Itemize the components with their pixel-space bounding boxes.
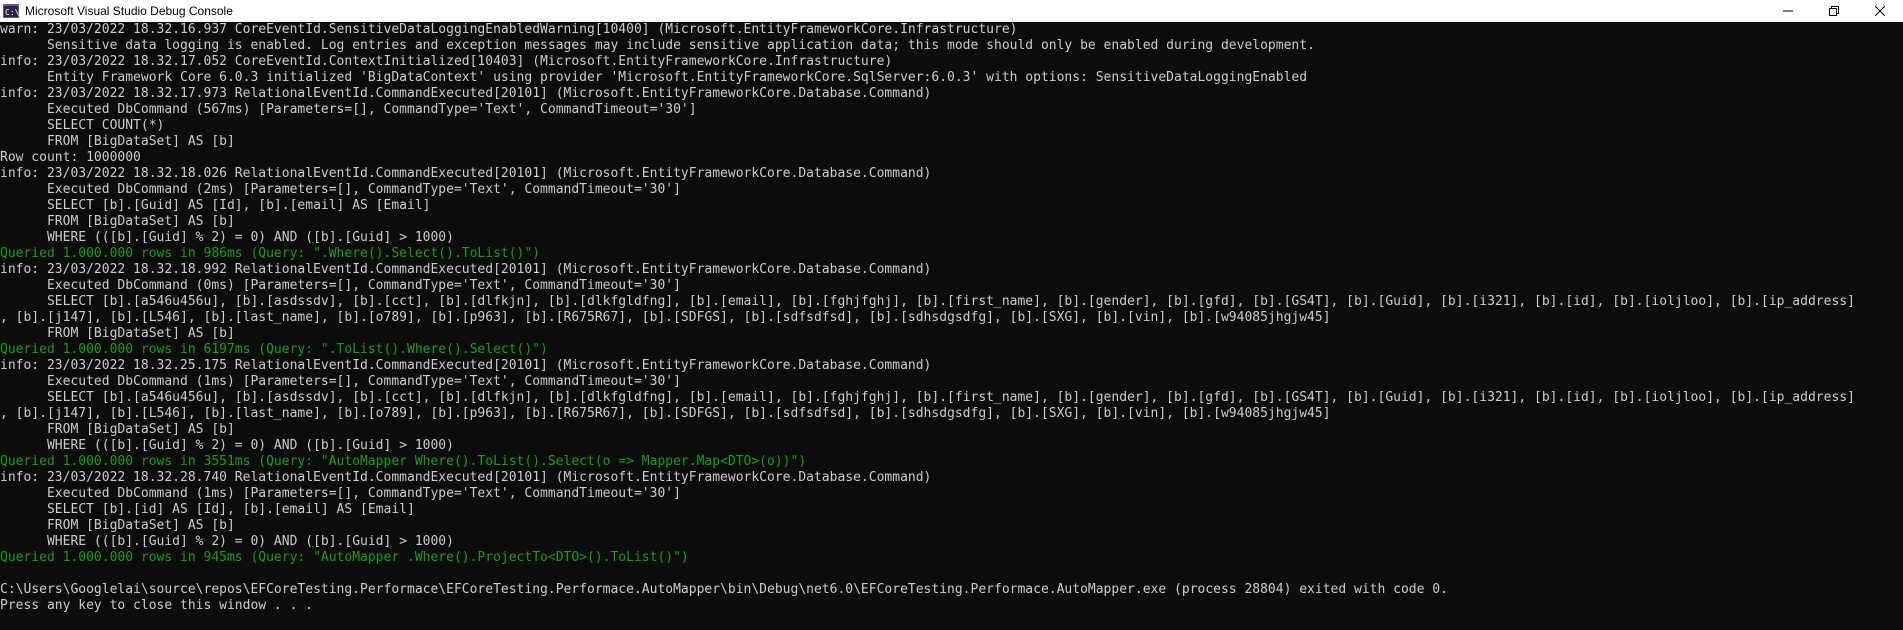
console-line: Entity Framework Core 6.0.3 initialized … — [0, 70, 1308, 85]
console-line: SELECT [b].[a546u456u], [b].[asdssdv], [… — [0, 294, 1855, 309]
console-line: SELECT [b].[a546u456u], [b].[asdssdv], [… — [0, 390, 1855, 405]
maximize-icon — [1829, 6, 1839, 16]
console-line: info: 23/03/2022 18.32.18.026 Relational… — [0, 166, 932, 181]
console-line: warn: 23/03/2022 18.32.16.937 CoreEventI… — [0, 22, 1018, 37]
console-line: WHERE (([b].[Guid] % 2) = 0) AND ([b].[G… — [0, 230, 454, 245]
console-line: WHERE (([b].[Guid] % 2) = 0) AND ([b].[G… — [0, 438, 454, 453]
console-line: info: 23/03/2022 18.32.17.973 Relational… — [0, 86, 932, 101]
minimize-icon — [1783, 6, 1793, 16]
visual-studio-console-icon: C:\ — [3, 3, 19, 19]
console-line: info: 23/03/2022 18.32.25.175 Relational… — [0, 358, 932, 373]
console-line: Row count: 1000000 — [0, 150, 141, 165]
console-line: Executed DbCommand (2ms) [Parameters=[],… — [0, 182, 681, 197]
window-title: Microsoft Visual Studio Debug Console — [25, 4, 233, 18]
console-line: SELECT COUNT(*) — [0, 118, 165, 133]
console-output[interactable]: warn: 23/03/2022 18.32.16.937 CoreEventI… — [0, 22, 1903, 630]
close-icon — [1875, 6, 1885, 16]
title-bar[interactable]: C:\ Microsoft Visual Studio Debug Consol… — [0, 0, 1903, 22]
console-line: info: 23/03/2022 18.32.17.052 CoreEventI… — [0, 54, 893, 69]
console-line: Executed DbCommand (1ms) [Parameters=[],… — [0, 374, 681, 389]
console-line: FROM [BigDataSet] AS [b] — [0, 326, 235, 341]
query-result-line: Queried 1.000.000 rows in 986ms (Query: … — [0, 246, 541, 261]
console-line: C:\Users\Googlelai\source\repos\EFCoreTe… — [0, 582, 1448, 597]
console-line: info: 23/03/2022 18.32.18.992 Relational… — [0, 262, 932, 277]
console-line: Sensitive data logging is enabled. Log e… — [0, 38, 1315, 53]
window-controls — [1765, 0, 1903, 22]
console-line: Press any key to close this window . . . — [0, 598, 314, 613]
maximize-button[interactable] — [1811, 0, 1857, 22]
console-line: , [b].[j147], [b].[L546], [b].[last_name… — [0, 406, 1331, 421]
query-result-line: Queried 1.000.000 rows in 945ms (Query: … — [0, 550, 689, 565]
console-line: Executed DbCommand (0ms) [Parameters=[],… — [0, 278, 681, 293]
console-line: FROM [BigDataSet] AS [b] — [0, 214, 235, 229]
console-line: , [b].[j147], [b].[L546], [b].[last_name… — [0, 310, 1331, 325]
console-line: FROM [BigDataSet] AS [b] — [0, 518, 235, 533]
console-line: SELECT [b].[Guid] AS [Id], [b].[email] A… — [0, 198, 431, 213]
minimize-button[interactable] — [1765, 0, 1811, 22]
query-result-line: Queried 1.000.000 rows in 6197ms (Query:… — [0, 342, 548, 357]
svg-text:C:\: C:\ — [5, 8, 19, 17]
console-line: FROM [BigDataSet] AS [b] — [0, 422, 235, 437]
close-button[interactable] — [1857, 0, 1903, 22]
console-line: info: 23/03/2022 18.32.28.740 Relational… — [0, 470, 932, 485]
console-line: Executed DbCommand (1ms) [Parameters=[],… — [0, 486, 681, 501]
console-line: SELECT [b].[id] AS [Id], [b].[email] AS … — [0, 502, 415, 517]
console-line: WHERE (([b].[Guid] % 2) = 0) AND ([b].[G… — [0, 534, 454, 549]
console-line: Executed DbCommand (567ms) [Parameters=[… — [0, 102, 697, 117]
console-line: FROM [BigDataSet] AS [b] — [0, 134, 235, 149]
query-result-line: Queried 1.000.000 rows in 3551ms (Query:… — [0, 454, 807, 469]
